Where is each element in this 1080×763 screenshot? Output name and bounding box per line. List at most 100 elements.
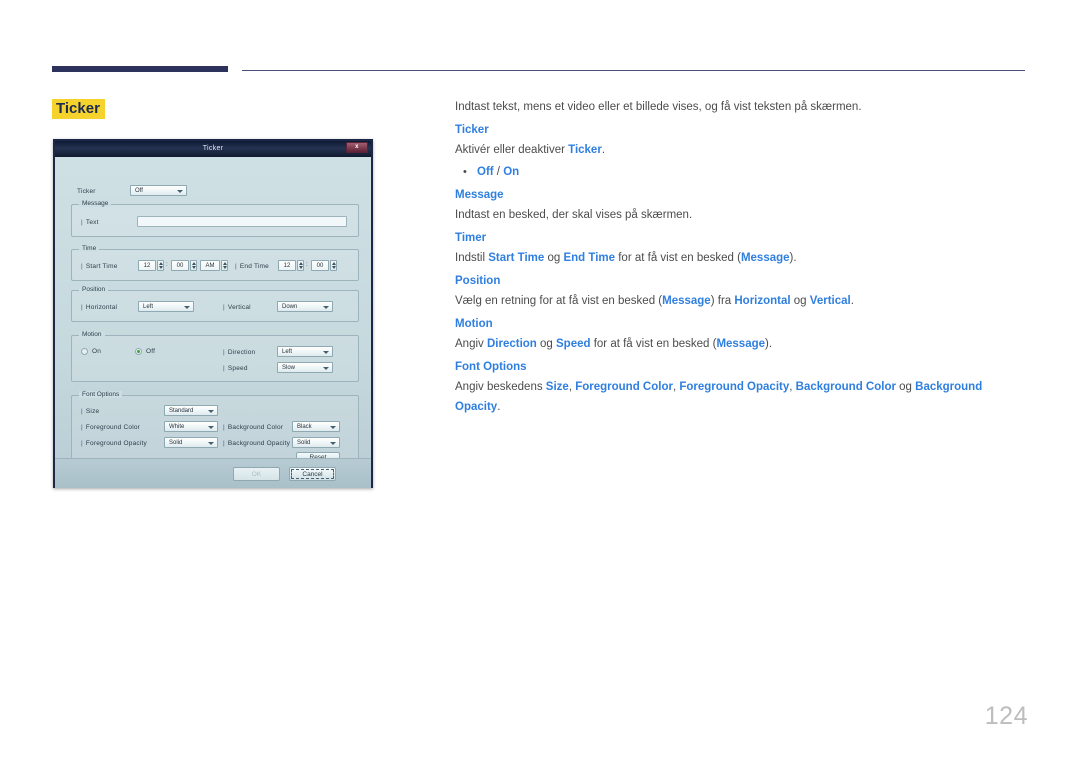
dialog-footer: OK Cancel: [55, 458, 371, 488]
background-opacity-select[interactable]: Solid: [292, 437, 340, 448]
start-ampm-input[interactable]: AM: [200, 260, 220, 271]
chevron-down-icon: [323, 367, 329, 370]
chevron-down-icon: [208, 410, 214, 413]
speed-select-value: Slow: [282, 365, 296, 371]
chevron-down-icon: [330, 426, 336, 429]
vertical-select[interactable]: Down: [277, 301, 333, 312]
radio-ring-icon: [135, 348, 142, 355]
dialog-title-text: Ticker: [202, 145, 224, 152]
message-text-input[interactable]: [137, 216, 347, 227]
header-rule: [242, 70, 1025, 71]
motion-on-radio[interactable]: On: [81, 348, 101, 355]
page-number: 124: [984, 702, 1028, 730]
time-group-caption: Time: [79, 245, 100, 252]
end-minute-input[interactable]: 00: [311, 260, 329, 271]
ticker-select-value: Off: [135, 188, 143, 194]
start-time-colon: :: [166, 262, 168, 268]
horizontal-select-value: Left: [143, 304, 154, 310]
foreground-color-select[interactable]: White: [164, 421, 218, 432]
chevron-down-icon: [184, 306, 190, 309]
start-hour-stepper[interactable]: [157, 260, 164, 271]
start-time-label: Start Time: [81, 263, 118, 270]
position-part-6: .: [850, 295, 854, 307]
message-description: Indtast en besked, der skal vises på skæ…: [455, 209, 693, 221]
foreground-opacity-select[interactable]: Solid: [164, 437, 218, 448]
direction-select[interactable]: Left: [277, 346, 333, 357]
position-part-5: Vertical: [809, 295, 851, 307]
ticker-label: Ticker: [77, 188, 96, 195]
ticker-dialog: Ticker x Ticker Off Message Text Time St…: [53, 139, 373, 488]
background-color-select[interactable]: Black: [292, 421, 340, 432]
stepper-up-icon: [223, 262, 227, 265]
background-opacity-select-value: Solid: [297, 440, 311, 446]
background-color-select-value: Black: [297, 424, 312, 430]
start-minute-input[interactable]: 00: [171, 260, 189, 271]
position-part-3: Horizontal: [734, 295, 791, 307]
end-time-label: End Time: [235, 263, 269, 270]
position-group: Position Horizontal Left Vertical Down: [71, 286, 359, 322]
message-text-label: Text: [81, 219, 99, 226]
chevron-down-icon: [323, 306, 329, 309]
font-options-group: Font Options Size Standard Foreground Co…: [71, 391, 359, 467]
foreground-opacity-label: Foreground Opacity: [81, 440, 147, 447]
size-select-value: Standard: [169, 408, 194, 414]
motion-part-1: Direction: [486, 338, 537, 350]
bullet-separator: /: [493, 166, 504, 178]
heading-motion: Motion: [455, 318, 493, 330]
size-select[interactable]: Standard: [164, 405, 218, 416]
font-part-1: Size: [545, 381, 569, 393]
stepper-down-icon: [159, 266, 163, 269]
end-hour-input[interactable]: 12: [278, 260, 296, 271]
font-part-8: og: [895, 381, 916, 393]
motion-part-5: Message: [716, 338, 766, 350]
motion-off-radio[interactable]: Off: [135, 348, 155, 355]
font-part-10: .: [497, 401, 501, 413]
motion-part-2: og: [536, 338, 556, 350]
speed-select[interactable]: Slow: [277, 362, 333, 373]
start-hour-input[interactable]: 12: [138, 260, 156, 271]
timer-description: Indstil Start Time og End Time for at få…: [455, 248, 1025, 268]
horizontal-label: Horizontal: [81, 304, 117, 311]
ok-button[interactable]: OK: [233, 467, 280, 481]
font-part-5: Foreground Opacity: [679, 381, 790, 393]
end-minute-stepper[interactable]: [330, 260, 337, 271]
timer-part-2: og: [544, 252, 564, 264]
motion-part-3: Speed: [556, 338, 591, 350]
foreground-opacity-select-value: Solid: [169, 440, 183, 446]
position-part-0: Vælg en retning for at få vist en besked…: [455, 295, 663, 307]
ticker-select[interactable]: Off: [130, 185, 187, 196]
position-part-2: ) fra: [710, 295, 735, 307]
bullet-icon: •: [463, 166, 467, 178]
manual-page: Ticker Ticker x Ticker Off Message Text …: [0, 0, 1080, 763]
motion-part-4: for at få vist en besked (: [590, 338, 717, 350]
background-color-label: Background Color: [223, 424, 283, 431]
page-title: Ticker: [52, 99, 105, 119]
direction-label: Direction: [223, 349, 255, 356]
chevron-down-icon: [208, 442, 214, 445]
start-minute-stepper[interactable]: [190, 260, 197, 271]
chevron-down-icon: [330, 442, 336, 445]
position-description: Vælg en retning for at få vist en besked…: [455, 291, 1025, 311]
header-accent-bar: [52, 66, 228, 72]
close-icon[interactable]: x: [346, 142, 368, 153]
stepper-down-icon: [192, 266, 196, 269]
message-group-caption: Message: [79, 200, 112, 207]
radio-ring-icon: [81, 348, 88, 355]
end-time-colon: :: [306, 262, 308, 268]
timer-part-5: Message: [740, 252, 790, 264]
ticker-option-on: On: [503, 166, 520, 178]
description-column: Indtast tekst, mens et video eller et bi…: [455, 97, 1025, 417]
motion-part-0: Angiv: [455, 338, 487, 350]
font-part-7: Background Color: [795, 381, 896, 393]
start-ampm-stepper[interactable]: [221, 260, 228, 271]
font-part-3: Foreground Color: [575, 381, 673, 393]
horizontal-select[interactable]: Left: [138, 301, 194, 312]
cancel-button[interactable]: Cancel: [289, 467, 336, 481]
end-hour-stepper[interactable]: [297, 260, 304, 271]
heading-font-options: Font Options: [455, 361, 527, 373]
stepper-up-icon: [299, 262, 303, 265]
position-part-1: Message: [662, 295, 711, 307]
background-opacity-label: Background Opacity: [223, 440, 290, 447]
ticker-desc-pre: Aktivér eller deaktiver: [455, 144, 569, 156]
ticker-option-off: Off: [477, 166, 494, 178]
